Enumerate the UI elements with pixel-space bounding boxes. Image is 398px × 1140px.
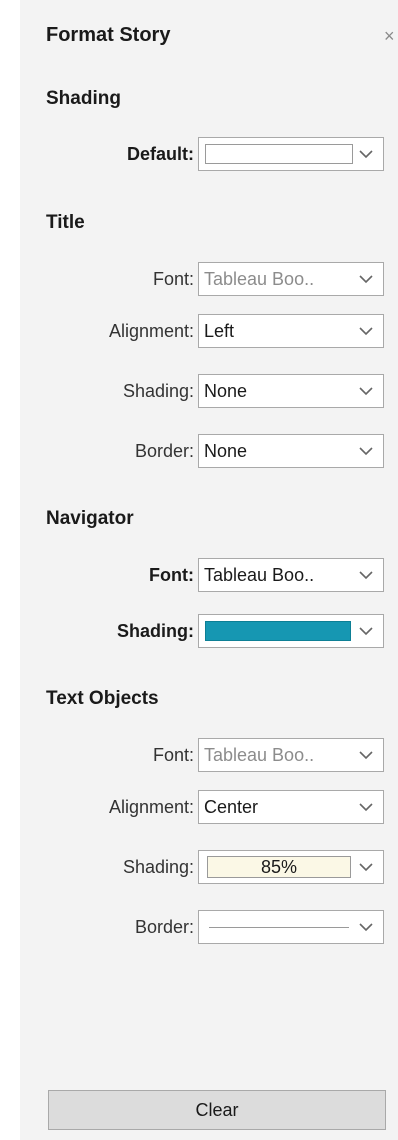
title-alignment-value: Left [204, 321, 235, 341]
text-objects-shading-label: Shading: [122, 857, 194, 877]
navigator-font-dropdown[interactable]: Tableau Boo.. [198, 558, 384, 592]
shading-percent-swatch: 85% [207, 856, 351, 878]
text-objects-font-value: Tableau Boo.. [204, 745, 315, 765]
text-objects-alignment-dropdown[interactable]: Center [198, 790, 384, 824]
default-shading-label: Default: [127, 144, 194, 164]
chevron-down-icon [354, 739, 378, 771]
title-shading-label: Shading: [122, 381, 194, 401]
section-title-shading: Shading [46, 88, 121, 109]
text-objects-shading-row: Shading: 85% [0, 850, 398, 884]
chevron-down-icon [354, 559, 378, 591]
title-border-value: None [204, 441, 248, 461]
close-icon[interactable]: × [384, 24, 398, 48]
navigator-shading-row: Shading: [0, 614, 398, 648]
navigator-font-row: Font: Tableau Boo.. [0, 558, 398, 592]
text-objects-font-dropdown[interactable]: Tableau Boo.. [198, 738, 384, 772]
chevron-down-icon [354, 375, 378, 407]
title-alignment-row: Alignment: Left [0, 314, 398, 348]
navigator-shading-label: Shading: [117, 621, 194, 641]
text-objects-font-label: Font: [152, 745, 194, 765]
chevron-down-icon [354, 315, 378, 347]
navigator-font-label: Font: [149, 565, 194, 585]
title-shading-dropdown[interactable]: None [198, 374, 384, 408]
chevron-down-icon [354, 263, 378, 295]
text-objects-border-dropdown[interactable] [198, 910, 384, 944]
text-objects-alignment-value: Center [204, 797, 259, 817]
panel-title: Format Story [46, 24, 171, 46]
border-line-sample [209, 927, 349, 928]
chevron-down-icon [354, 851, 378, 883]
title-font-row: Font: Tableau Boo.. [0, 262, 398, 296]
color-swatch [205, 621, 351, 641]
text-objects-alignment-row: Alignment: Center [0, 790, 398, 824]
text-objects-shading-dropdown[interactable]: 85% [198, 850, 384, 884]
color-swatch [205, 144, 353, 164]
section-title-title: Title [46, 212, 85, 233]
chevron-down-icon [354, 791, 378, 823]
default-shading-dropdown[interactable] [198, 137, 384, 171]
navigator-font-value: Tableau Boo.. [204, 565, 315, 585]
text-objects-border-label: Border: [134, 917, 194, 937]
text-objects-alignment-label: Alignment: [108, 797, 194, 817]
title-alignment-dropdown[interactable]: Left [198, 314, 384, 348]
title-font-label: Font: [152, 269, 194, 289]
chevron-down-icon [354, 435, 378, 467]
title-alignment-label: Alignment: [108, 321, 194, 341]
title-font-dropdown[interactable]: Tableau Boo.. [198, 262, 384, 296]
clear-button[interactable]: Clear [48, 1090, 386, 1130]
title-font-value: Tableau Boo.. [204, 269, 315, 289]
text-objects-font-row: Font: Tableau Boo.. [0, 738, 398, 772]
title-border-dropdown[interactable]: None [198, 434, 384, 468]
section-title-text-objects: Text Objects [46, 688, 159, 709]
title-border-row: Border: None [0, 434, 398, 468]
title-border-label: Border: [134, 441, 194, 461]
title-shading-row: Shading: None [0, 374, 398, 408]
chevron-down-icon [354, 615, 378, 647]
title-shading-value: None [204, 381, 248, 401]
chevron-down-icon [354, 138, 378, 170]
default-shading-row: Default: [0, 137, 398, 171]
section-title-navigator: Navigator [46, 508, 134, 529]
navigator-shading-dropdown[interactable] [198, 614, 384, 648]
text-objects-border-row: Border: [0, 910, 398, 944]
chevron-down-icon [354, 911, 378, 943]
